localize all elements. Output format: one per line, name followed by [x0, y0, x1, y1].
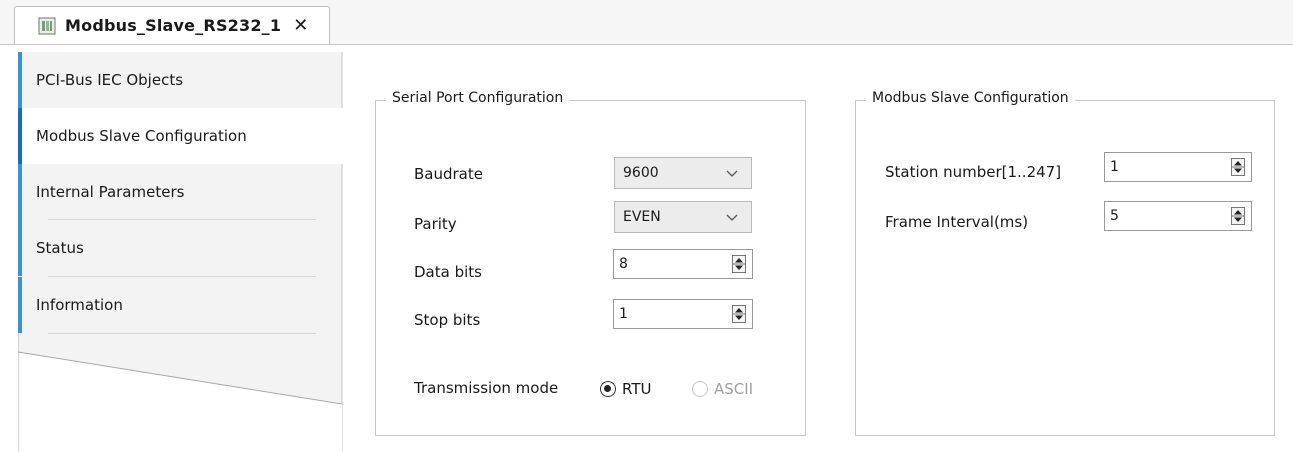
ascii-radio-label: ASCII [714, 380, 754, 398]
data-bits-spinbox[interactable]: 8 [613, 249, 753, 279]
rtu-radio[interactable]: RTU [600, 380, 651, 398]
sidebar-item-information[interactable]: Information [18, 277, 342, 333]
document-tab-title: Modbus_Slave_RS232_1 [65, 16, 282, 35]
stop-bits-spinbox[interactable]: 1 [613, 299, 753, 329]
modbus-slave-group-title: Modbus Slave Configuration [866, 90, 1075, 106]
frame-interval-spinbox[interactable]: 5 [1104, 201, 1252, 231]
stop-bits-value: 1 [619, 306, 628, 322]
data-bits-label: Data bits [414, 263, 482, 281]
spin-arrows-icon[interactable] [1231, 207, 1245, 225]
sidebar-item-accent [18, 277, 22, 333]
baudrate-value: 9600 [623, 165, 659, 181]
spin-arrows-icon[interactable] [1231, 158, 1245, 176]
station-number-label: Station number[1..247] [885, 163, 1062, 181]
frame-interval-label: Frame Interval(ms) [885, 213, 1029, 231]
close-icon[interactable]: ✕ [293, 15, 308, 36]
chevron-down-icon [726, 170, 738, 177]
sidebar-item-label: Modbus Slave Configuration [36, 127, 247, 145]
radio-unselected-icon [692, 381, 708, 397]
sidebar: PCI-Bus IEC Objects Modbus Slave Configu… [18, 52, 344, 452]
ascii-radio[interactable]: ASCII [692, 380, 753, 398]
station-number-spinbox[interactable]: 1 [1104, 152, 1252, 182]
transmission-mode-label: Transmission mode [414, 379, 559, 397]
sidebar-divider [48, 333, 316, 334]
sidebar-item-internal-parameters[interactable]: Internal Parameters [18, 164, 342, 220]
sidebar-item-status[interactable]: Status [18, 220, 342, 276]
radio-selected-icon [600, 381, 616, 397]
parity-label: Parity [414, 215, 457, 233]
sidebar-item-label: Internal Parameters [36, 183, 185, 201]
frame-interval-value: 5 [1110, 208, 1119, 224]
sidebar-item-accent [18, 164, 22, 220]
sidebar-item-modbus-slave-configuration[interactable]: Modbus Slave Configuration [18, 108, 344, 164]
data-bits-value: 8 [619, 256, 628, 272]
serial-port-group-title: Serial Port Configuration [386, 90, 570, 106]
spin-arrows-icon[interactable] [732, 255, 746, 273]
parity-value: EVEN [623, 209, 661, 225]
device-icon [37, 16, 57, 36]
rtu-radio-label: RTU [622, 380, 652, 398]
baudrate-select[interactable]: 9600 [614, 157, 752, 189]
station-number-value: 1 [1110, 159, 1119, 175]
sidebar-item-pci-bus-iec-objects[interactable]: PCI-Bus IEC Objects [18, 52, 342, 108]
document-tab-strip: Modbus_Slave_RS232_1 ✕ [0, 0, 1293, 45]
stop-bits-label: Stop bits [414, 311, 481, 329]
sidebar-item-label: Information [36, 296, 123, 314]
baudrate-label: Baudrate [414, 165, 483, 183]
serial-port-group: Serial Port Configuration Baudrate 9600 … [375, 90, 806, 436]
chevron-down-icon [726, 214, 738, 221]
sidebar-item-accent [18, 108, 22, 164]
spin-arrows-icon[interactable] [732, 305, 746, 323]
modbus-slave-group: Modbus Slave Configuration Station numbe… [855, 90, 1275, 436]
sidebar-item-label: Status [36, 239, 84, 257]
sidebar-item-label: PCI-Bus IEC Objects [36, 71, 184, 89]
sidebar-item-accent [18, 52, 22, 108]
document-tab[interactable]: Modbus_Slave_RS232_1 ✕ [14, 6, 330, 44]
sidebar-item-accent [18, 220, 22, 276]
parity-select[interactable]: EVEN [614, 201, 752, 233]
